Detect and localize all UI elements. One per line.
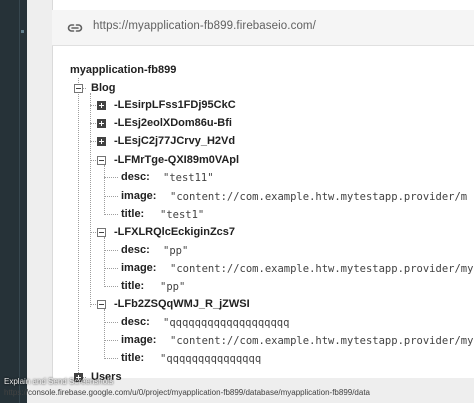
post-2-key[interactable]: -LFXLRQlcEckiginZcs7 xyxy=(114,226,235,238)
status-title: Explain and Send Screenshots xyxy=(4,377,114,386)
post-3-desc-value[interactable]: "qqqqqqqqqqqqqqqqqqq xyxy=(163,317,289,329)
post-1-key[interactable]: -LFMrTge-QXI89m0VApl xyxy=(114,154,239,166)
blog-collapse-toggle[interactable] xyxy=(74,84,83,93)
blog-node-label[interactable]: Blog xyxy=(91,82,115,94)
status-url: https://console.firebase.google.com/u/0/… xyxy=(4,388,371,397)
tree-root-label[interactable]: myapplication-fb899 xyxy=(70,64,176,76)
post-1-title-key: title: xyxy=(121,208,145,220)
post-3-desc-key: desc: xyxy=(121,316,150,328)
post-2-image-key: image: xyxy=(121,262,157,274)
post-1-title-value[interactable]: "test1" xyxy=(160,209,204,221)
post-2-title-key: title: xyxy=(121,280,145,292)
post-3-image-key: image: xyxy=(121,334,157,346)
post-3-image-value[interactable]: "content://com.example.htw.mytestapp.pro… xyxy=(170,335,473,347)
post-2-title-value[interactable]: "pp" xyxy=(160,281,185,293)
post-1-collapse-toggle[interactable] xyxy=(97,156,106,165)
post-2-collapse-toggle[interactable] xyxy=(97,228,106,237)
post-1-desc-key: desc: xyxy=(121,171,150,183)
data-tree: myapplication-fb899 Blog -LEsirpLFss1FDj… xyxy=(0,0,474,403)
expand-toggle[interactable] xyxy=(97,119,106,128)
post-3-collapse-toggle[interactable] xyxy=(97,300,106,309)
blog-child-1-label[interactable]: -LEsirpLFss1FDj95CkC xyxy=(114,99,236,111)
post-1-image-key: image: xyxy=(121,190,157,202)
post-1-desc-value[interactable]: "test11" xyxy=(163,172,214,184)
post-2-image-value[interactable]: "content://com.example.htw.mytestapp.pro… xyxy=(170,263,473,275)
expand-toggle[interactable] xyxy=(97,101,106,110)
post-3-title-key: title: xyxy=(121,352,145,364)
post-2-desc-value[interactable]: "pp" xyxy=(163,245,188,257)
post-1-image-value[interactable]: "content://com.example.htw.mytestapp.pro… xyxy=(170,191,467,203)
post-3-key[interactable]: -LFb2ZSQqWMJ_R_jZWSI xyxy=(114,298,250,310)
expand-toggle[interactable] xyxy=(97,137,106,146)
post-2-desc-key: desc: xyxy=(121,244,150,256)
blog-child-2-label[interactable]: -LEsj2eolXDom86u-Bfi xyxy=(114,117,232,129)
blog-child-3-label[interactable]: -LEsjC2j77JCrvy_H2Vd xyxy=(114,135,235,147)
post-3-title-value[interactable]: "qqqqqqqqqqqqqqq xyxy=(160,353,261,365)
